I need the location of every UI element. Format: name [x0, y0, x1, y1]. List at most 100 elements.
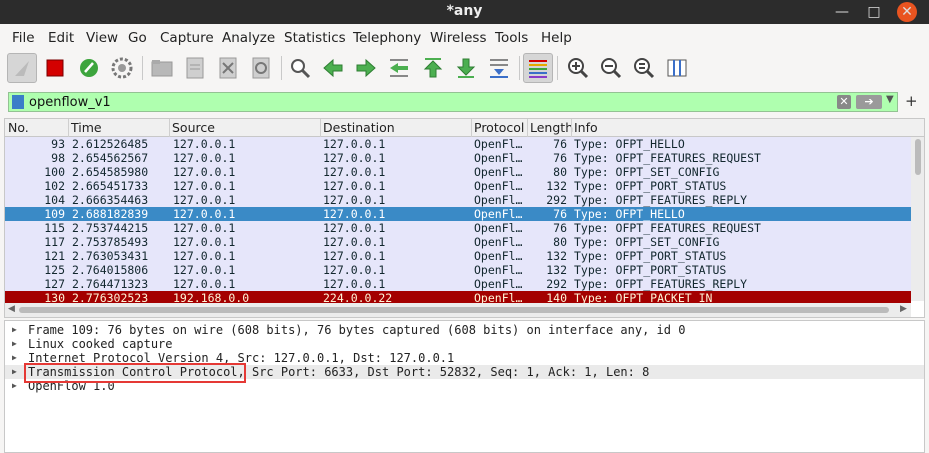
shark-fin-start-icon[interactable]: [7, 53, 37, 83]
table-row[interactable]: 121 2.763053431 127.0.0.1 127.0.0.1 OpenFl… 1…: [5, 249, 911, 263]
clear-filter-icon[interactable]: ✕: [837, 95, 851, 109]
cell-source: 127.0.0.1: [173, 263, 236, 277]
column-header-no[interactable]: No.: [8, 120, 29, 135]
cell-info: Type: OFPT_FEATURES_REPLY: [574, 277, 748, 291]
zoom-out-icon[interactable]: [596, 53, 626, 83]
reload-file-icon[interactable]: [246, 53, 276, 83]
cell-time: 2.753785493: [72, 235, 149, 249]
table-row[interactable]: 109 2.688182839 127.0.0.1 127.0.0.1 OpenFl… 7…: [5, 207, 911, 221]
scroll-left-icon[interactable]: ◀: [8, 304, 15, 314]
menu-go[interactable]: Go: [128, 30, 147, 46]
minimize-icon[interactable]: —: [832, 2, 852, 22]
expand-arrow-icon[interactable]: ▶: [12, 337, 17, 351]
table-row[interactable]: 98 2.654562567 127.0.0.1 127.0.0.1 OpenFl… 76…: [5, 151, 911, 165]
expand-arrow-icon[interactable]: ▶: [12, 365, 17, 379]
cell-info: Type: OFPT_SET_CONFIG: [574, 165, 720, 179]
cell-destination: 127.0.0.1: [323, 179, 386, 193]
cell-protocol: OpenFl…: [474, 137, 523, 151]
menu-edit[interactable]: Edit: [48, 30, 74, 46]
stop-capture-icon[interactable]: [40, 53, 70, 83]
table-row[interactable]: 115 2.753744215 127.0.0.1 127.0.0.1 OpenFl… 7…: [5, 221, 911, 235]
table-row[interactable]: 127 2.764471323 127.0.0.1 127.0.0.1 OpenFl… 2…: [5, 277, 911, 291]
cell-length: 76: [553, 151, 567, 165]
cell-time: 2.666354463: [72, 193, 149, 207]
cell-destination: 127.0.0.1: [323, 277, 386, 291]
cell-length: 292: [546, 193, 567, 207]
toolbar-separator: [281, 56, 282, 80]
zoom-in-icon[interactable]: [563, 53, 593, 83]
cell-length: 76: [553, 207, 567, 221]
cell-no: 98: [51, 151, 65, 165]
cell-length: 132: [546, 249, 567, 263]
menu-telephony[interactable]: Telephony: [353, 30, 421, 46]
go-to-packet-icon[interactable]: [384, 53, 414, 83]
chevron-down-icon[interactable]: ▼: [886, 94, 894, 105]
table-row[interactable]: 104 2.666354463 127.0.0.1 127.0.0.1 OpenFl… 2…: [5, 193, 911, 207]
column-header-time[interactable]: Time: [71, 120, 102, 135]
menu-capture[interactable]: Capture: [160, 30, 214, 46]
column-header-source[interactable]: Source: [172, 120, 215, 135]
column-header-destination[interactable]: Destination: [323, 120, 395, 135]
table-row[interactable]: 93 2.612526485 127.0.0.1 127.0.0.1 OpenFl… 76…: [5, 137, 911, 151]
menu-file[interactable]: File: [12, 30, 35, 46]
column-header-info[interactable]: Info: [574, 120, 598, 135]
vertical-scrollbar[interactable]: [911, 137, 924, 301]
column-header-protocol[interactable]: Protocol: [474, 120, 524, 135]
cell-info: Type: OFPT_FEATURES_REPLY: [574, 193, 748, 207]
menu-analyze[interactable]: Analyze: [222, 30, 275, 46]
cell-source: 127.0.0.1: [173, 193, 236, 207]
column-header-length[interactable]: Length: [530, 120, 573, 135]
add-filter-button-icon[interactable]: +: [905, 92, 918, 110]
expand-arrow-icon[interactable]: ▶: [12, 351, 17, 365]
detail-row-frame[interactable]: ▶ Frame 109: 76 bytes on wire (608 bits)…: [5, 323, 685, 337]
first-packet-icon[interactable]: [418, 53, 448, 83]
find-packet-icon[interactable]: [285, 53, 315, 83]
close-icon[interactable]: ✕: [897, 2, 917, 22]
cell-no: 117: [44, 235, 65, 249]
colorize-icon[interactable]: [523, 53, 553, 83]
detail-row-linux-cooked[interactable]: ▶ Linux cooked capture: [5, 337, 173, 351]
cell-no: 127: [44, 277, 65, 291]
menu-statistics[interactable]: Statistics: [284, 30, 346, 46]
horizontal-scrollbar[interactable]: ◀ ▶: [5, 303, 911, 317]
cell-length: 80: [553, 235, 567, 249]
apply-filter-icon[interactable]: ➔: [856, 95, 882, 109]
cell-time: 2.688182839: [72, 207, 149, 221]
capture-options-icon[interactable]: [107, 53, 137, 83]
cell-protocol: OpenFl…: [474, 277, 523, 291]
cell-source: 127.0.0.1: [173, 179, 236, 193]
cell-source: 127.0.0.1: [173, 235, 236, 249]
menu-help[interactable]: Help: [541, 30, 572, 46]
restart-capture-icon[interactable]: [74, 53, 104, 83]
table-row[interactable]: 117 2.753785493 127.0.0.1 127.0.0.1 OpenFl… 8…: [5, 235, 911, 249]
cell-length: 132: [546, 263, 567, 277]
open-file-icon[interactable]: [147, 53, 177, 83]
maximize-icon[interactable]: □: [864, 2, 884, 22]
menu-wireless[interactable]: Wireless: [430, 30, 487, 46]
scrollbar-thumb[interactable]: [915, 139, 921, 175]
scrollbar-thumb[interactable]: [19, 307, 889, 313]
scroll-right-icon[interactable]: ▶: [900, 304, 907, 314]
last-packet-icon[interactable]: [451, 53, 481, 83]
table-row[interactable]: 100 2.654585980 127.0.0.1 127.0.0.1 OpenFl… 8…: [5, 165, 911, 179]
autoscroll-icon[interactable]: [484, 53, 514, 83]
menu-tools[interactable]: Tools: [495, 30, 528, 46]
close-file-icon[interactable]: [213, 53, 243, 83]
go-back-icon[interactable]: [318, 53, 348, 83]
resize-columns-icon[interactable]: [662, 53, 692, 83]
menu-view[interactable]: View: [86, 30, 118, 46]
cell-time: 2.764471323: [72, 277, 149, 291]
cell-time: 2.764015806: [72, 263, 149, 277]
cell-length: 76: [553, 137, 567, 151]
cell-time: 2.753744215: [72, 221, 149, 235]
table-row[interactable]: 102 2.665451733 127.0.0.1 127.0.0.1 OpenFl… 1…: [5, 179, 911, 193]
go-forward-icon[interactable]: [351, 53, 381, 83]
expand-arrow-icon[interactable]: ▶: [12, 379, 17, 393]
bookmark-icon[interactable]: [12, 95, 24, 109]
save-file-icon[interactable]: [180, 53, 210, 83]
cell-source: 127.0.0.1: [173, 207, 236, 221]
table-row[interactable]: 125 2.764015806 127.0.0.1 127.0.0.1 OpenFl… 1…: [5, 263, 911, 277]
expand-arrow-icon[interactable]: ▶: [12, 323, 17, 337]
display-filter-input[interactable]: [29, 93, 829, 111]
normal-size-icon[interactable]: [629, 53, 659, 83]
